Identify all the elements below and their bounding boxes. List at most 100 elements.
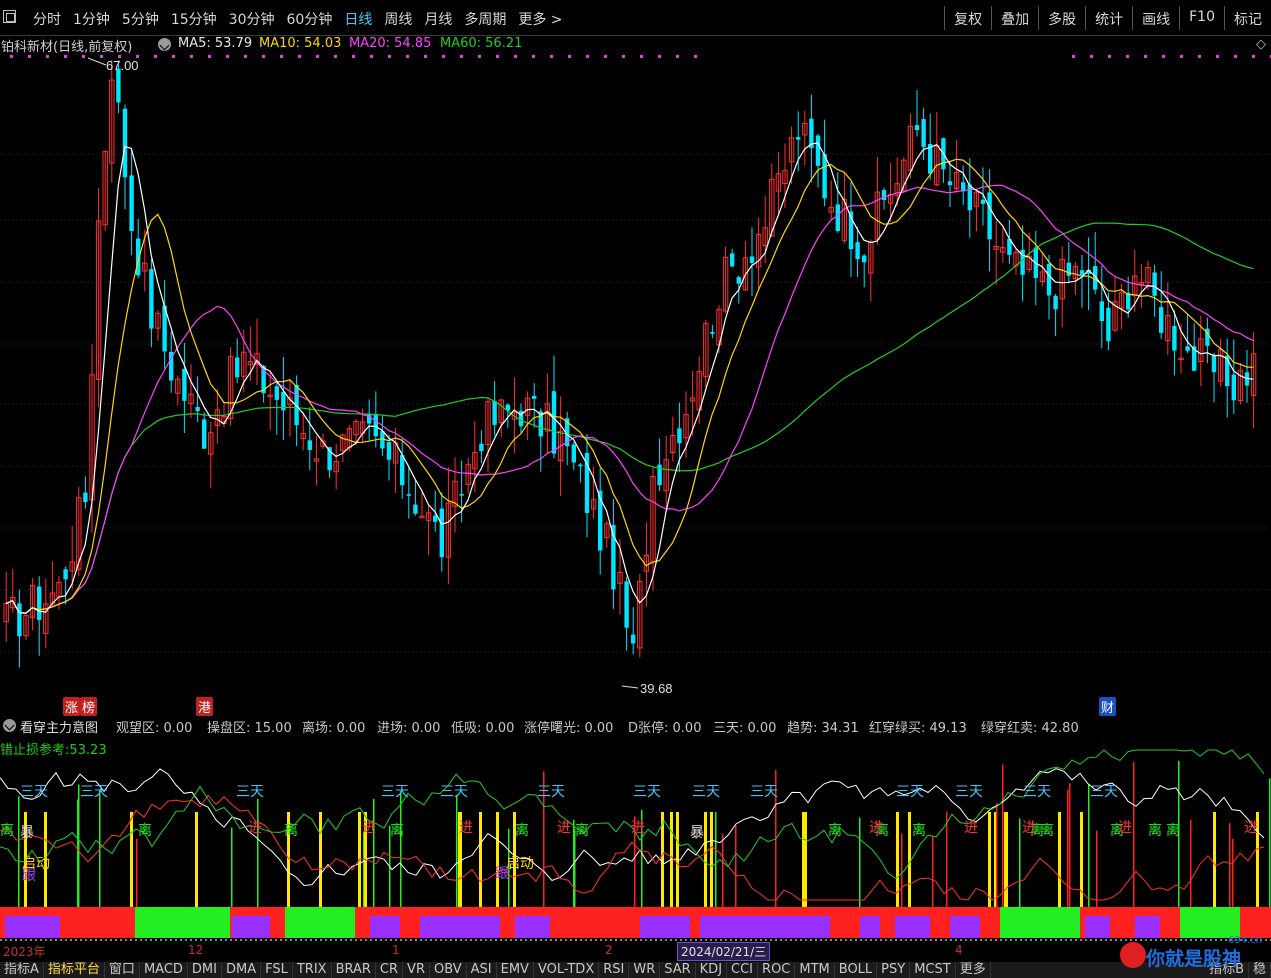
indicator-tab-4[interactable]: DMI xyxy=(188,962,222,978)
indicator-tab-1[interactable]: 指标平台 xyxy=(44,962,105,978)
candle xyxy=(485,397,491,472)
marker-bang[interactable]: 榜 xyxy=(80,697,98,716)
candle xyxy=(1250,331,1257,429)
candle xyxy=(1000,228,1006,263)
period-tab-8[interactable]: 月线 xyxy=(424,9,452,29)
candle xyxy=(3,571,9,642)
indicator-tab-0[interactable]: 指标A xyxy=(0,962,44,978)
indicator-tab-7[interactable]: TRIX xyxy=(293,962,332,978)
candle xyxy=(532,383,537,428)
signal-label: 进 xyxy=(459,820,473,836)
period-tab-5[interactable]: 60分钟 xyxy=(287,9,333,29)
indicator-tab-18[interactable]: KDJ xyxy=(696,962,728,978)
indicator-tabs: 指标A 指标平台 窗口 MACD DMI DMA FSL TRIX BRAR CR VR OBV ASI… xyxy=(0,962,1271,978)
indicator-tab-6[interactable]: FSL xyxy=(261,962,293,978)
indicator-tab-5[interactable]: DMA xyxy=(222,962,262,978)
indicator-tab-17[interactable]: SAR xyxy=(660,962,696,978)
period-tab-2[interactable]: 5分钟 xyxy=(122,9,159,29)
candle xyxy=(1138,264,1145,308)
indicator-chart[interactable]: 三天 三天 三天 三天 三天 三天 三天 三天 三天 三天 三天 三天 三天离离离离离离离离离离离离离离… xyxy=(0,740,1271,942)
stock-name[interactable]: 铂科新材(日线,前复权) xyxy=(1,36,132,55)
low-price-annotation: 39.68 xyxy=(621,681,673,694)
indicator-tab-11[interactable]: OBV xyxy=(430,962,467,978)
indicator-tab-23[interactable]: PSY xyxy=(877,962,911,978)
candle xyxy=(439,492,444,572)
indicator-tab-20[interactable]: ROC xyxy=(758,962,796,978)
candle xyxy=(313,435,320,486)
indicator-tab-16[interactable]: WR xyxy=(629,962,661,978)
tool-button-1[interactable]: 叠加 xyxy=(991,6,1038,30)
watermark-site: 694.cn xyxy=(1228,935,1263,946)
tool-button-4[interactable]: 画线 xyxy=(1132,6,1179,30)
candle xyxy=(947,161,953,207)
period-tab-0[interactable]: 分时 xyxy=(33,9,61,29)
indicator-tab-14[interactable]: VOL-TDX xyxy=(534,962,600,978)
period-tab-3[interactable]: 15分钟 xyxy=(171,9,217,29)
period-tab-9[interactable]: 多周期 xyxy=(464,9,506,29)
period-toolbar: 分时 1分钟 5分钟 15分钟 30分钟 60分钟 日线 周线 月线 多周期 更多 > 复权 叠加 多股… xyxy=(0,0,1271,36)
marker-cai[interactable]: 财 xyxy=(1099,697,1117,716)
candle xyxy=(1159,271,1164,339)
signal-label: 进 xyxy=(1022,820,1036,836)
candle xyxy=(465,457,471,494)
period-tab-10[interactable]: 更多 > xyxy=(518,9,562,29)
indicator-title[interactable]: 看穿主力意图 xyxy=(20,717,98,736)
window-control-icon[interactable] xyxy=(3,10,16,23)
indicator-tab-22[interactable]: BOLL xyxy=(835,962,878,978)
date-cursor-label: 2024/02/21/三 xyxy=(677,942,771,961)
indicator-tab-19[interactable]: CCI xyxy=(727,962,759,978)
ma-settings-icon[interactable] xyxy=(158,38,171,51)
candle xyxy=(149,258,154,348)
period-tab-6[interactable]: 日线 xyxy=(344,9,372,29)
candle xyxy=(822,119,827,207)
candle xyxy=(914,90,920,137)
tool-button-2[interactable]: 多股 xyxy=(1038,6,1085,30)
candle xyxy=(63,566,68,605)
signal-label: 进 xyxy=(631,820,645,836)
candle xyxy=(973,190,980,232)
candle xyxy=(413,479,418,516)
tool-button-3[interactable]: 统计 xyxy=(1085,6,1132,30)
candle xyxy=(479,430,484,464)
low-price-label: 39.68 xyxy=(640,681,673,694)
candle xyxy=(611,499,616,609)
indicator-tab-2[interactable]: 窗口 xyxy=(105,962,140,978)
signal-label: 三天 xyxy=(692,784,720,800)
signal-label: 进 xyxy=(1118,820,1132,836)
signal-label: 暴 xyxy=(690,825,704,841)
indicator-item-zhangting: 涨停曙光: 0.00 xyxy=(524,721,614,736)
candle xyxy=(584,434,590,538)
indicator-tab-25[interactable]: 更多 xyxy=(956,962,991,978)
candle xyxy=(578,462,583,483)
high-price-annotation: 67.00 xyxy=(87,57,139,73)
diamond-icon[interactable]: ◇ xyxy=(1256,37,1266,52)
candle xyxy=(788,126,795,185)
marker-gang[interactable]: 港 xyxy=(196,697,214,716)
indicator-settings-icon[interactable] xyxy=(3,719,16,732)
period-tab-1[interactable]: 1分钟 xyxy=(73,9,110,29)
indicator-tab-24[interactable]: MCST xyxy=(910,962,956,978)
candle xyxy=(815,133,821,188)
candle xyxy=(10,568,16,613)
tool-button-5[interactable]: F10 xyxy=(1179,6,1224,30)
date-label-2023: 2023年 xyxy=(3,945,46,959)
candle xyxy=(1244,349,1250,403)
marker-zhang[interactable]: 涨 xyxy=(63,697,81,716)
candlestick-chart[interactable]: 67.00 39.68 xyxy=(0,54,1271,694)
indicator-tab-9[interactable]: CR xyxy=(376,962,404,978)
tool-button-0[interactable]: 复权 xyxy=(944,6,991,30)
candle xyxy=(769,163,775,237)
indicator-tab-21[interactable]: MTM xyxy=(795,962,835,978)
period-tab-7[interactable]: 周线 xyxy=(384,9,412,29)
indicator-tab-3[interactable]: MACD xyxy=(140,962,188,978)
indicator-tab-15[interactable]: RSI xyxy=(599,962,630,978)
period-tab-4[interactable]: 30分钟 xyxy=(229,9,275,29)
date-label-2: 2 xyxy=(605,943,613,957)
indicator-tab-12[interactable]: ASI xyxy=(467,962,497,978)
indicator-tab-13[interactable]: EMV xyxy=(497,962,534,978)
indicator-tab-8[interactable]: BRAR xyxy=(332,962,376,978)
tool-button-6[interactable]: 标记 xyxy=(1224,6,1271,30)
indicator-tab-10[interactable]: VR xyxy=(403,962,430,978)
candle xyxy=(934,111,940,187)
candle xyxy=(703,320,709,388)
